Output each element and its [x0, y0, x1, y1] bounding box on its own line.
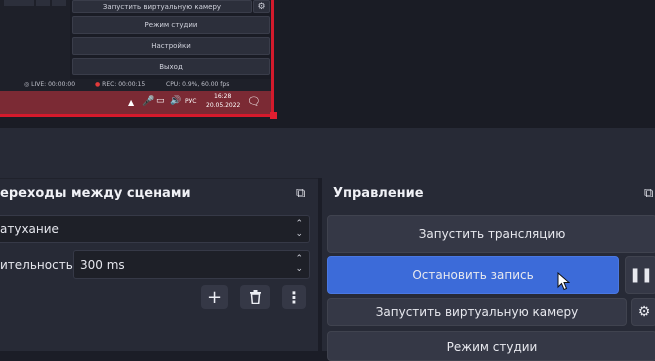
preview-mini-button	[4, 0, 34, 6]
duration-spinbox[interactable]: 300 ms ⌃ ⌄	[73, 250, 310, 279]
preview-mini-button	[52, 0, 66, 6]
live-status: ◎ LIVE: 00:00:00	[24, 81, 76, 88]
cpu-status: CPU: 0.9%, 60.00 fps	[166, 81, 230, 88]
plus-icon: +	[206, 286, 223, 308]
preview-left-panel	[0, 0, 70, 88]
controls-dock: Управление ⧉ Запустить трансляцию Остано…	[322, 178, 655, 361]
transition-select-value: атухание	[0, 222, 59, 236]
scene-transitions-title: ереходы между сценами	[0, 186, 191, 201]
mouse-cursor-icon	[557, 272, 570, 291]
tray-time: 16:28	[214, 93, 232, 100]
start-virtual-camera-button[interactable]: Запустить виртуальную камеру	[327, 298, 627, 326]
duration-value: 300 ms	[80, 257, 125, 272]
stop-recording-button[interactable]: Остановить запись	[327, 256, 619, 294]
remove-transition-button[interactable]	[240, 285, 270, 309]
tray-language: РУС	[185, 98, 197, 105]
tray-speaker-icon: 🔊	[170, 96, 182, 106]
virtual-camera-settings-button[interactable]: ⚙	[631, 298, 655, 326]
dock-area-separator	[0, 128, 655, 178]
more-vertical-icon: ⋮	[286, 287, 302, 307]
transition-select[interactable]: атухание ⌃ ⌄	[0, 215, 310, 243]
pause-recording-button[interactable]: ❚❚	[625, 256, 655, 294]
preview-area: Запустить виртуальную камеру ⚙ Режим сту…	[0, 0, 655, 128]
gear-icon: ⚙	[637, 304, 651, 320]
undock-icon[interactable]: ⧉	[644, 186, 653, 201]
preview-gear-icon[interactable]: ⚙	[253, 0, 270, 13]
preview-studio-mode-button[interactable]: Режим студии	[72, 16, 270, 34]
start-streaming-button[interactable]: Запустить трансляцию	[327, 215, 655, 253]
preview-selection-border-bottom	[0, 114, 274, 117]
stop-recording-label: Остановить запись	[412, 268, 534, 282]
preview-start-virtualcam-button[interactable]: Запустить виртуальную камеру	[72, 0, 252, 13]
add-transition-button[interactable]: +	[201, 285, 228, 309]
tray-monitor-icon: ▭	[156, 96, 165, 106]
tray-notification-icon: 🗨	[247, 95, 261, 108]
tray-date: 20.05.2022	[206, 102, 241, 109]
spinbox-updown-icon[interactable]: ⌃ ⌄	[295, 254, 303, 274]
preview-taskbar: ▲ 🎤 ▭ 🔊 РУС 16:28 20.05.2022 🗨	[0, 91, 274, 114]
preview-selection-border-right	[271, 0, 274, 117]
preview-settings-button[interactable]: Настройки	[72, 37, 270, 55]
studio-mode-button[interactable]: Режим студии	[327, 331, 655, 361]
select-updown-icon: ⌃ ⌄	[295, 219, 303, 239]
preview-status-bar: ◎ LIVE: 00:00:00 ● REC: 00:00:15 CPU: 0.…	[0, 79, 272, 91]
transition-properties-button[interactable]: ⋮	[282, 285, 306, 309]
tray-chevron-up-icon: ▲	[128, 98, 135, 107]
preview-resize-handle[interactable]	[270, 112, 277, 119]
scene-transitions-dock: ереходы между сценами ⧉ атухание ⌃ ⌄ ител…	[0, 178, 318, 351]
undock-icon[interactable]: ⧉	[296, 186, 305, 201]
preview-exit-button[interactable]: Выход	[72, 58, 270, 75]
duration-label: ительность	[0, 258, 73, 272]
rec-status: ● REC: 00:00:15	[95, 81, 146, 88]
pause-icon: ❚❚	[629, 267, 653, 283]
preview-mini-button	[36, 0, 50, 6]
tray-mic-icon: 🎤	[142, 96, 155, 107]
trash-icon	[249, 290, 261, 304]
controls-title: Управление	[333, 186, 424, 201]
